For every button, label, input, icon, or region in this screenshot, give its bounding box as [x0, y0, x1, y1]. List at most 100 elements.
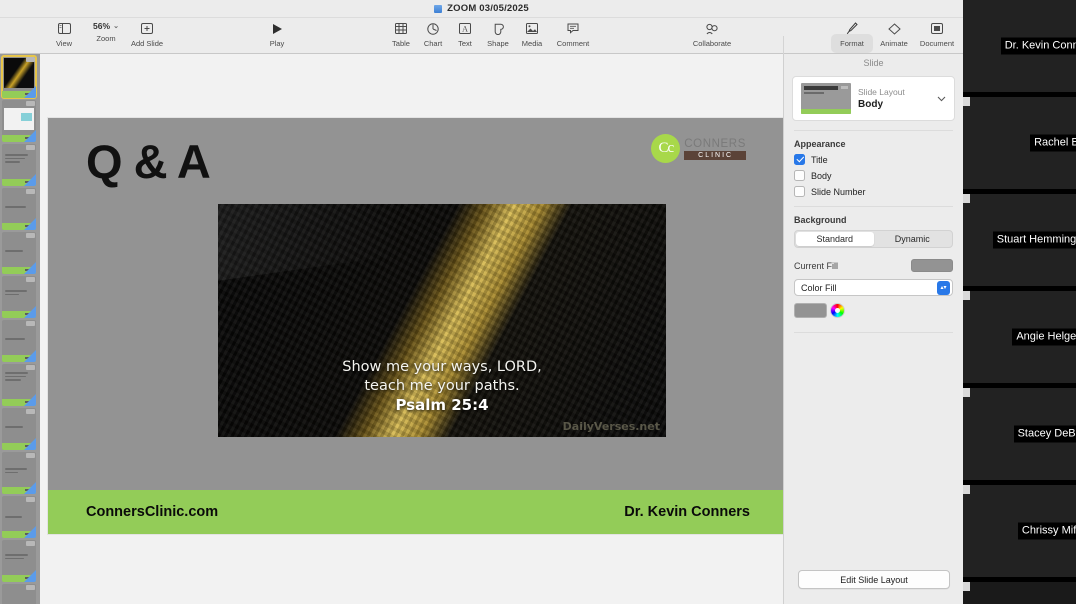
participant-tile[interactable]: Dr. Kevin Conners — [963, 0, 1076, 97]
navigator-thumbnail[interactable] — [2, 276, 36, 318]
toolbar-comment-button[interactable]: Comment — [551, 20, 595, 48]
toolbar-document-button[interactable]: Document — [915, 20, 959, 48]
slide-layout-label: Slide Layout — [858, 86, 905, 97]
footer-presenter: Dr. Kevin Conners — [624, 504, 750, 520]
thumbnail-preview — [5, 554, 30, 561]
slide-navigator[interactable] — [0, 54, 40, 604]
thumbnail-number — [26, 57, 35, 62]
paintbrush-icon — [846, 20, 858, 37]
toolbar-zoom-control[interactable]: 56% ⌄ Zoom — [84, 20, 128, 43]
diamond-icon — [887, 20, 901, 37]
appearance-option-body[interactable]: Body — [794, 170, 963, 181]
document-icon — [434, 4, 443, 13]
toolbar-zoom-label: Zoom — [96, 34, 116, 43]
logo-monogram-icon: Cc — [651, 134, 681, 163]
main-toolbar: View 56% ⌄ Zoom Add Slide Play Table Cha… — [0, 18, 963, 72]
toolbar-play-button[interactable]: Play — [255, 20, 299, 48]
thumbnail-number — [26, 497, 35, 502]
slide-layout-selector[interactable]: Slide Layout Body — [792, 76, 955, 121]
thumbnail-number — [26, 145, 35, 150]
navigator-thumbnail[interactable] — [2, 188, 36, 230]
navigator-thumbnail[interactable] — [2, 364, 36, 406]
navigator-thumbnail[interactable] — [2, 452, 36, 494]
slide-canvas[interactable]: Q & A Cc CONNERS CLINIC Show me your way… — [40, 54, 788, 604]
collaborate-icon — [705, 20, 719, 37]
toolbar-text-label: Text — [458, 39, 472, 48]
appearance-option-title[interactable]: Title — [794, 154, 963, 165]
toolbar-collaborate-button[interactable]: Collaborate — [690, 20, 734, 48]
keynote-window: ZOOM 03/05/2025 View 56% ⌄ Zoom Add Slid… — [0, 0, 1076, 604]
fill-type-select[interactable]: Color Fill ▴▾ — [794, 279, 953, 296]
background-mode-segmented-control[interactable]: Standard Dynamic — [794, 230, 953, 248]
checkbox-body[interactable] — [794, 170, 805, 181]
thumbnail-number — [26, 101, 35, 106]
chevron-down-icon[interactable] — [937, 94, 946, 104]
thumbnail-number — [26, 365, 35, 370]
toolbar-media-label: Media — [521, 39, 543, 48]
participant-status-marker — [963, 582, 970, 591]
participant-tile[interactable]: Angie Helgeson — [963, 291, 1076, 388]
current-fill-swatch[interactable] — [911, 259, 953, 272]
thumbnail-preview — [5, 290, 30, 297]
thumbnail-number — [26, 233, 35, 238]
participant-name: Stuart Hemmingson — [992, 231, 1076, 249]
toolbar-add-slide-button[interactable]: Add Slide — [125, 20, 169, 48]
color-wheel-icon[interactable] — [830, 303, 845, 318]
thumbnail-preview — [5, 516, 30, 520]
chevron-down-icon: ⌄ — [113, 23, 119, 30]
thumbnail-preview — [5, 154, 30, 165]
verse-text: Show me your ways, LORD, teach me your p… — [218, 358, 666, 396]
toolbar-format-button[interactable]: Format — [830, 20, 874, 48]
checkbox-slide-number[interactable] — [794, 186, 805, 197]
current-slide[interactable]: Q & A Cc CONNERS CLINIC Show me your way… — [48, 118, 788, 534]
sidebar-icon — [57, 20, 71, 37]
participant-tile-partial[interactable] — [963, 582, 1076, 604]
background-standard-tab[interactable]: Standard — [796, 232, 874, 246]
participant-tile[interactable]: Stacey DeBruin — [963, 388, 1076, 485]
thumbnail-marker — [24, 130, 36, 142]
zoom-participants-strip[interactable]: Dr. Kevin Conners Rachel Bath Stuart Hem… — [963, 0, 1076, 604]
checkbox-title[interactable] — [794, 154, 805, 165]
toolbar-media-button[interactable]: Media — [510, 20, 554, 48]
thumbnail-preview — [5, 250, 30, 254]
thumbnail-marker — [24, 350, 36, 362]
participant-name: Chrissy Mifsud — [1017, 522, 1076, 540]
verse-line-1: Show me your ways, LORD, — [342, 359, 542, 375]
navigator-thumbnail[interactable] — [2, 540, 36, 582]
navigator-thumbnail[interactable] — [2, 320, 36, 362]
toolbar-add-slide-label: Add Slide — [130, 39, 164, 48]
thumbnail-marker — [24, 394, 36, 406]
inspector-divider — [794, 332, 953, 333]
navigator-thumbnail[interactable] — [2, 408, 36, 450]
stepper-icon[interactable]: ▴▾ — [937, 280, 950, 295]
format-inspector-panel: Slide Slide Layout Body Appearance Title… — [783, 54, 963, 604]
fill-color-swatch[interactable] — [794, 303, 827, 318]
logo-name: CONNERS — [684, 137, 746, 150]
fill-type-value: Color Fill — [801, 282, 837, 293]
navigator-thumbnail[interactable] — [2, 496, 36, 538]
participant-tile[interactable]: Chrissy Mifsud — [963, 485, 1076, 582]
slide-layout-thumbnail — [801, 83, 851, 114]
slide-title[interactable]: Q & A — [86, 134, 211, 189]
current-fill-row: Current Fill — [794, 259, 953, 272]
navigator-thumbnail[interactable] — [2, 584, 36, 604]
navigator-thumbnail[interactable] — [1, 55, 37, 99]
participant-tile[interactable]: Stuart Hemmingson — [963, 194, 1076, 291]
edit-slide-layout-button[interactable]: Edit Slide Layout — [798, 570, 950, 589]
navigator-thumbnail[interactable] — [2, 232, 36, 274]
chart-icon — [427, 20, 439, 37]
toolbar-view-button[interactable]: View — [42, 20, 86, 48]
navigator-thumbnail[interactable] — [2, 144, 36, 186]
appearance-option-slide-number[interactable]: Slide Number — [794, 186, 963, 197]
verse-image[interactable]: Show me your ways, LORD, teach me your p… — [218, 204, 666, 437]
toolbar-animate-button[interactable]: Animate — [872, 20, 916, 48]
thumbnail-marker — [24, 218, 36, 230]
thumbnail-preview — [5, 426, 30, 430]
background-dynamic-tab[interactable]: Dynamic — [874, 232, 952, 246]
navigator-thumbnail[interactable] — [2, 100, 36, 142]
verse-watermark: DailyVerses.net — [562, 420, 660, 433]
thumbnail-number — [26, 409, 35, 414]
document-panel-icon — [931, 20, 943, 37]
participant-tile[interactable]: Rachel Bath — [963, 97, 1076, 194]
background-section-title: Background — [794, 215, 847, 225]
